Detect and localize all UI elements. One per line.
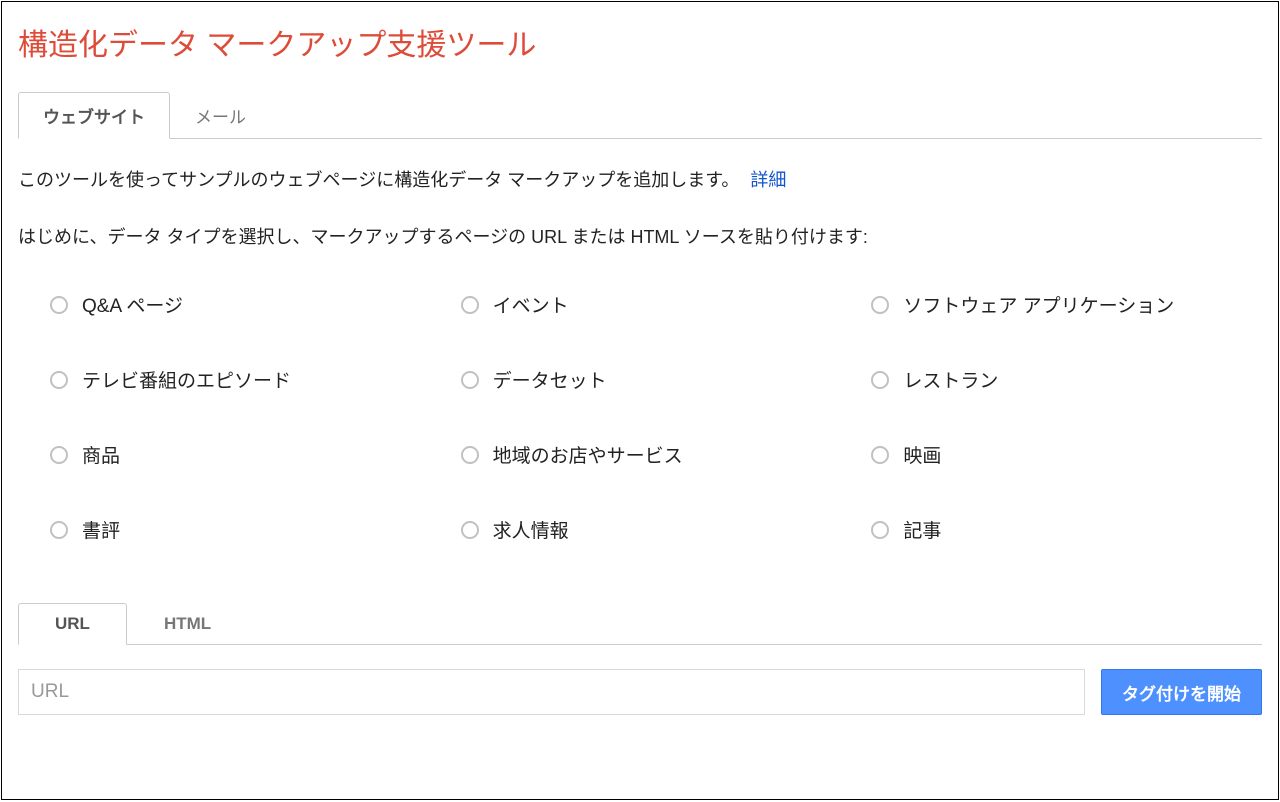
page-title: 構造化データ マークアップ支援ツール: [18, 20, 1262, 64]
input-source-tabs: URL HTML: [18, 603, 1262, 645]
radio-label: 書評: [82, 516, 120, 543]
tab-email-label: メール: [195, 108, 246, 127]
radio-label: データセット: [493, 366, 607, 393]
radio-icon: [871, 371, 889, 389]
radio-job-posting[interactable]: 求人情報: [461, 516, 852, 543]
tab-website[interactable]: ウェブサイト: [18, 92, 170, 139]
radio-product[interactable]: 商品: [50, 441, 441, 468]
radio-icon: [871, 446, 889, 464]
radio-icon: [50, 521, 68, 539]
radio-label: 商品: [82, 441, 120, 468]
radio-local-business[interactable]: 地域のお店やサービス: [461, 441, 852, 468]
radio-label: テレビ番組のエピソード: [82, 366, 291, 393]
radio-qa-page[interactable]: Q&A ページ: [50, 291, 441, 318]
input-tab-html-label: HTML: [164, 614, 211, 633]
radio-icon: [461, 371, 479, 389]
input-row: タグ付けを開始: [18, 669, 1262, 715]
radio-label: レストラン: [903, 366, 998, 393]
intro-paragraph: このツールを使ってサンプルのウェブページに構造化データ マークアップを追加します…: [18, 167, 1262, 194]
radio-article[interactable]: 記事: [871, 516, 1262, 543]
radio-icon: [461, 521, 479, 539]
input-tab-url-label: URL: [55, 614, 90, 633]
instruction-text: はじめに、データ タイプを選択し、マークアップするページの URL または HT…: [18, 224, 1262, 251]
data-type-options: Q&A ページ イベント ソフトウェア アプリケーション テレビ番組のエピソード…: [18, 291, 1262, 543]
radio-icon: [871, 521, 889, 539]
radio-label: イベント: [493, 291, 569, 318]
app-container: 構造化データ マークアップ支援ツール ウェブサイト メール このツールを使ってサ…: [1, 1, 1279, 800]
tab-website-label: ウェブサイト: [43, 108, 145, 127]
radio-label: Q&A ページ: [82, 291, 183, 318]
input-tab-html[interactable]: HTML: [127, 603, 248, 644]
radio-tv-episode[interactable]: テレビ番組のエピソード: [50, 366, 441, 393]
content-type-tabs: ウェブサイト メール: [18, 92, 1262, 139]
radio-label: ソフトウェア アプリケーション: [903, 291, 1174, 318]
radio-software-application[interactable]: ソフトウェア アプリケーション: [871, 291, 1262, 318]
radio-icon: [871, 296, 889, 314]
radio-label: 映画: [903, 441, 941, 468]
details-link[interactable]: 詳細: [750, 170, 786, 190]
radio-icon: [461, 446, 479, 464]
radio-icon: [461, 296, 479, 314]
radio-dataset[interactable]: データセット: [461, 366, 852, 393]
radio-event[interactable]: イベント: [461, 291, 852, 318]
radio-book-review[interactable]: 書評: [50, 516, 441, 543]
radio-label: 地域のお店やサービス: [493, 441, 683, 468]
radio-icon: [50, 446, 68, 464]
radio-icon: [50, 296, 68, 314]
url-input[interactable]: [18, 669, 1085, 715]
tab-email[interactable]: メール: [170, 92, 271, 138]
intro-text: このツールを使ってサンプルのウェブページに構造化データ マークアップを追加します…: [18, 170, 739, 190]
radio-movie[interactable]: 映画: [871, 441, 1262, 468]
input-tab-url[interactable]: URL: [18, 603, 127, 645]
radio-label: 求人情報: [493, 516, 569, 543]
radio-icon: [50, 371, 68, 389]
radio-label: 記事: [903, 516, 941, 543]
start-tagging-button[interactable]: タグ付けを開始: [1101, 669, 1262, 715]
radio-restaurant[interactable]: レストラン: [871, 366, 1262, 393]
